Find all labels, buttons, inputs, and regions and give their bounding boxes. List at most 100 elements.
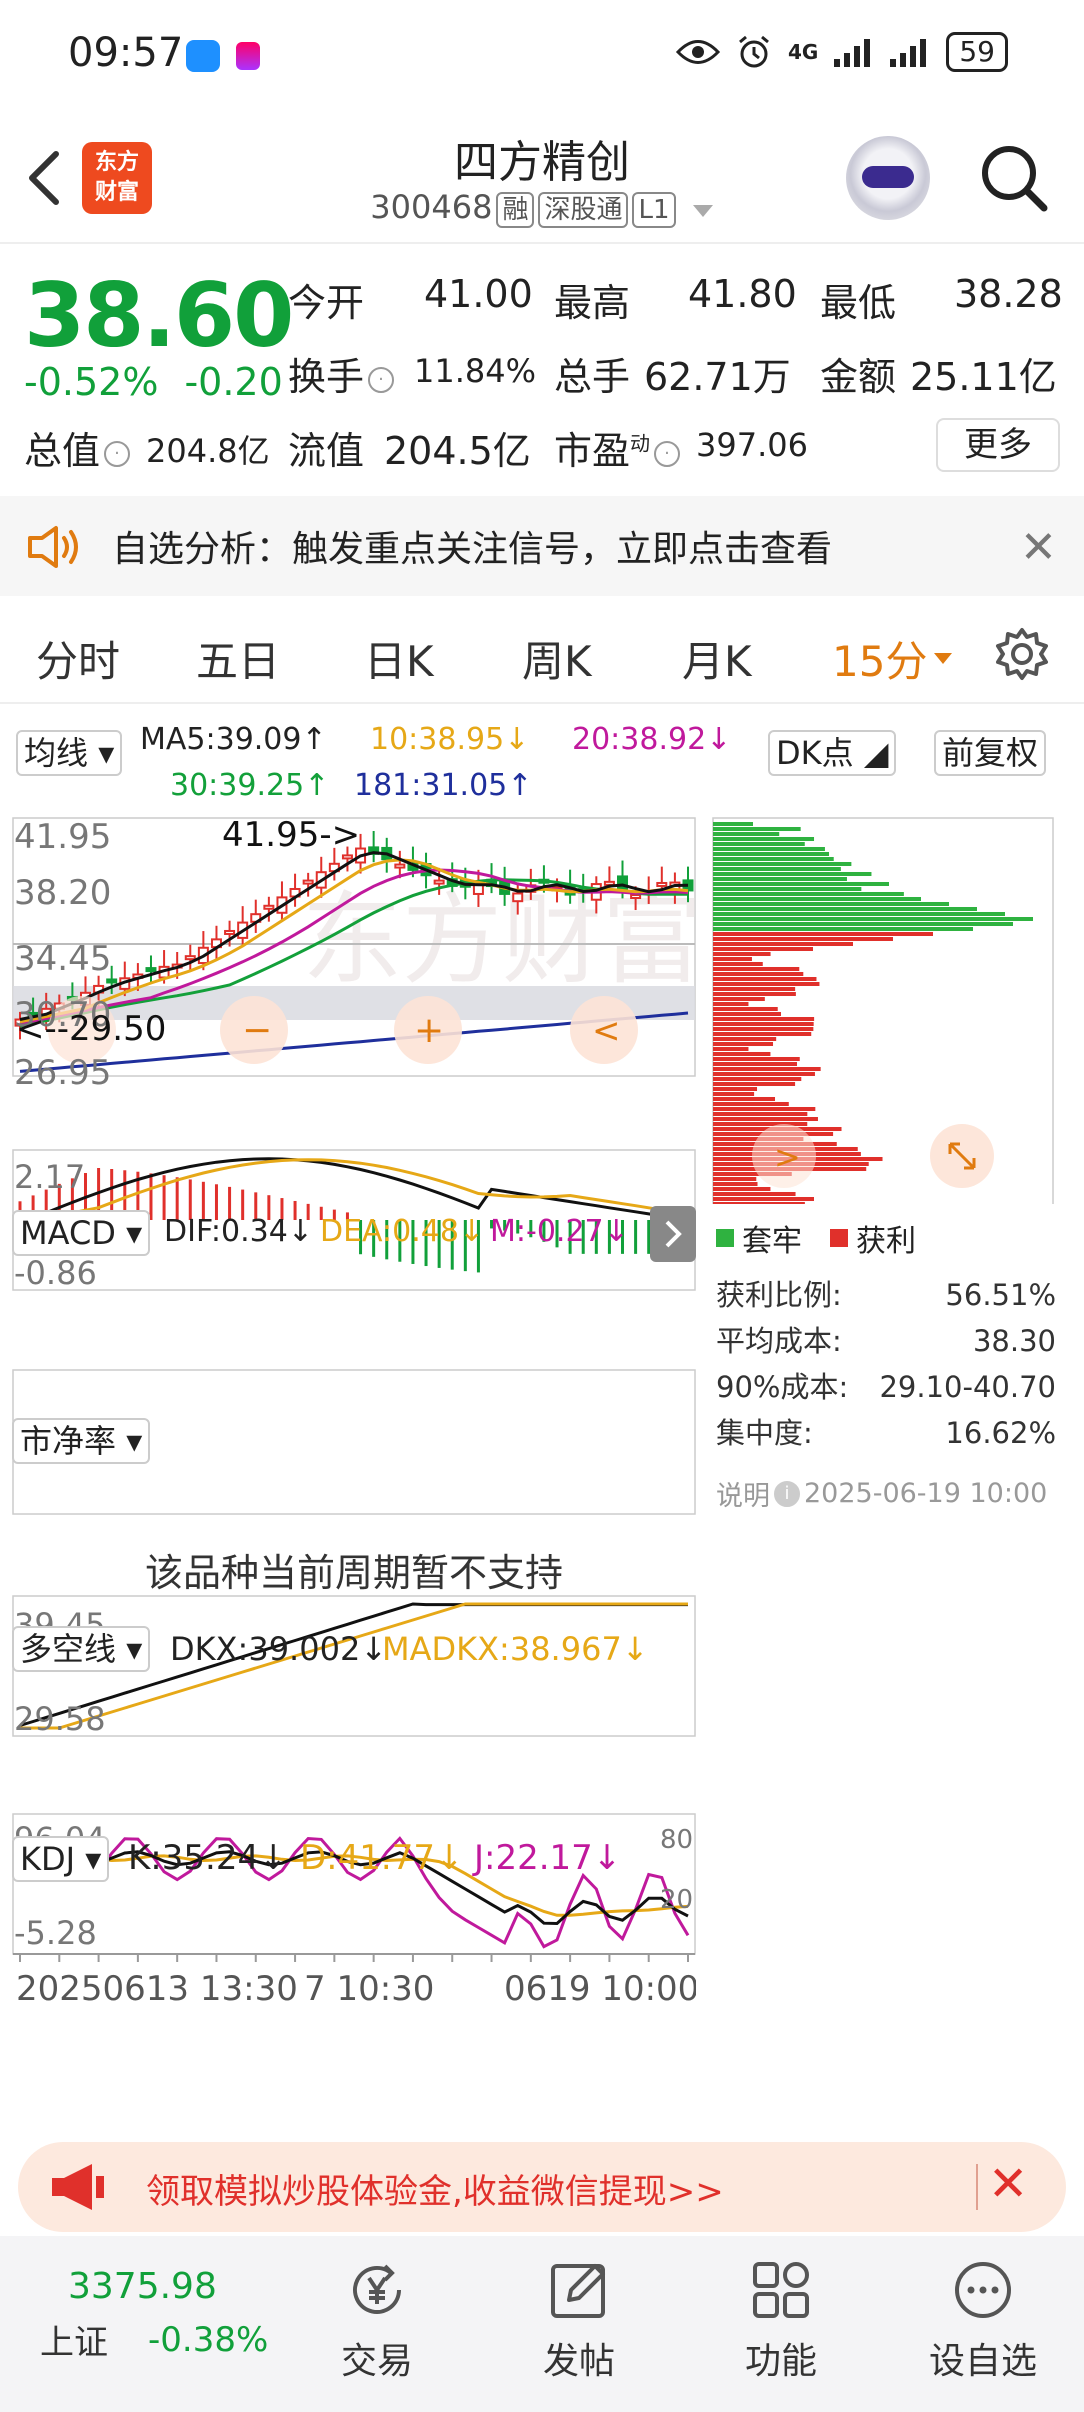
chip-bar [713,897,921,901]
volume-label: 总手 [554,355,631,399]
chip-bar [713,912,1005,916]
chip-bar [713,972,804,976]
volume-value: 62.71万 [644,355,791,399]
chip-bar [713,1032,812,1036]
svg-text:<: < [592,1011,621,1051]
info-icon[interactable]: · [104,440,131,467]
ma-select[interactable]: 均线 ▾ [16,730,123,776]
chip-bar [713,1002,749,1006]
chip-distribution-chart[interactable]: > [712,804,1056,1204]
change-percent: -0.52% [24,360,159,404]
chip-bar [713,1202,805,1204]
ma5-value: MA5:39.09↑ [140,722,327,757]
chip-bar [713,987,796,991]
stock-code: 300468 [370,188,493,226]
mktcap-label: 总值 · [24,420,134,475]
chip-bar [713,877,847,881]
tab-five-day[interactable]: 五日 [196,628,280,689]
chip-bar [713,992,796,996]
macd-m-value: M:-0.27↓ [490,1214,629,1249]
assistant-robot-icon[interactable] [846,136,930,220]
info-icon[interactable]: · [368,366,395,393]
close-icon[interactable]: ✕ [988,2156,1028,2212]
chip-bar [713,1052,771,1056]
nav-post[interactable]: 发帖 [504,2258,654,2384]
signal-icon [834,39,871,67]
tab-monthly-k[interactable]: 月K [682,628,752,689]
k-line-charts[interactable]: 东方财富 − + < 41.95 38.20 34.45 30.70 26.95… [12,804,696,2134]
chip-note[interactable]: 说明 i 2025-06-19 10:00 [716,1474,1047,1513]
chip-bar [713,887,862,891]
chip-bar [713,917,1033,921]
chip-bar [713,1192,796,1196]
candle-body [184,955,196,961]
alarm-icon [739,35,769,68]
tab-15min[interactable]: 15分 [832,628,953,689]
chip-bar [713,1047,749,1051]
candle-body [394,863,406,869]
index-value: 3375.98 [68,2266,217,2307]
chip-bar [713,1037,777,1041]
chip-bar [713,1092,755,1096]
kdj-y-bottom: -5.28 [14,1914,97,1952]
tab-weekly-k[interactable]: 周K [522,628,592,689]
chip-bar [713,1027,814,1031]
turnover-label: 换手 · [288,346,398,401]
chip-note-time: 2025-06-19 10:00 [804,1478,1048,1509]
margin-tag: 融 [496,192,535,228]
stock-header: 东方 财富 四方精创 300468 融深股通 L1 [0,112,1084,242]
promo-banner[interactable]: 领取模拟炒股体验金,收益微信提现>> ✕ [18,2142,1066,2232]
high-value: 41.80 [688,272,797,316]
nav-trade[interactable]: 交易 [302,2258,452,2384]
chip-legend: 套牢 获利 [716,1216,916,1260]
open-label: 今开 [288,281,365,325]
dk-point-select[interactable]: DK点 ◢ [768,730,897,776]
analysis-notice-banner[interactable]: 自选分析：触发重点关注信号，立即点击查看 ✕ [0,496,1084,596]
status-time: 09:57 [68,30,184,76]
tab-intraday[interactable]: 分时 [36,628,120,689]
expand-panel-button[interactable] [650,1206,696,1262]
chip-bar [713,982,820,986]
chip-bar [713,842,805,846]
ma10-value: 10:38.95↓ [370,722,530,757]
close-icon[interactable]: ✕ [1020,522,1057,573]
search-icon[interactable] [978,142,1050,214]
y-tick-2: 34.45 [14,939,111,979]
settings-gear-icon[interactable] [994,626,1050,682]
chip-bar [713,1082,796,1086]
quote-panel: 38.60 -0.52% -0.20 今开 41.00 最高 41.80 最低 … [0,244,1084,492]
period-tabs: 分时 五日 日K 周K 月K 15分 [0,604,1084,700]
notification-app-icon [236,42,260,70]
more-button[interactable]: 更多 [936,418,1060,472]
rights-adjust-select[interactable]: 前复权 [934,730,1047,776]
macd-select[interactable]: MACD ▾ [12,1210,151,1256]
profit-ratio: 56.51% [945,1278,1056,1312]
svg-text:−: − [242,1010,272,1051]
chip-stats: 获利比例: 56.51% 平均成本: 38.30 90%成本: 29.10-40.70… [716,1272,1056,1456]
price-change: -0.52% -0.20 [24,360,283,404]
nav-add-watchlist[interactable]: 设自选 [908,2258,1058,2384]
candle-body [512,892,524,903]
divider [0,702,1084,704]
x-axis-ticks [19,1954,689,1962]
chip-bar [713,1067,821,1071]
chip-bar [713,962,763,966]
pb-select[interactable]: 市净率 ▾ [12,1418,151,1464]
chip-bar [713,947,813,951]
tab-daily-k[interactable]: 日K [364,628,434,689]
chip-bar [713,942,853,946]
dkx-value: DKX:39.002↓ [170,1630,388,1668]
legend-profit: 获利 [856,1224,916,1259]
trade-yen-icon [353,2264,401,2314]
chip-bar [713,867,841,871]
index-ticker[interactable]: 3375.98 上证 -0.38% [40,2266,268,2364]
kdj-select[interactable]: KDJ ▾ [12,1836,110,1882]
change-amount: -0.20 [184,360,283,404]
dkx-select[interactable]: 多空线 ▾ [12,1626,151,1672]
candle-body [106,978,118,984]
level-tag: L1 [632,192,676,228]
info-icon[interactable]: · [654,440,681,467]
kdj-ref-80: 80 [660,1825,693,1855]
nav-functions[interactable]: 功能 [706,2258,856,2384]
index-change: -0.38% [148,2319,269,2360]
